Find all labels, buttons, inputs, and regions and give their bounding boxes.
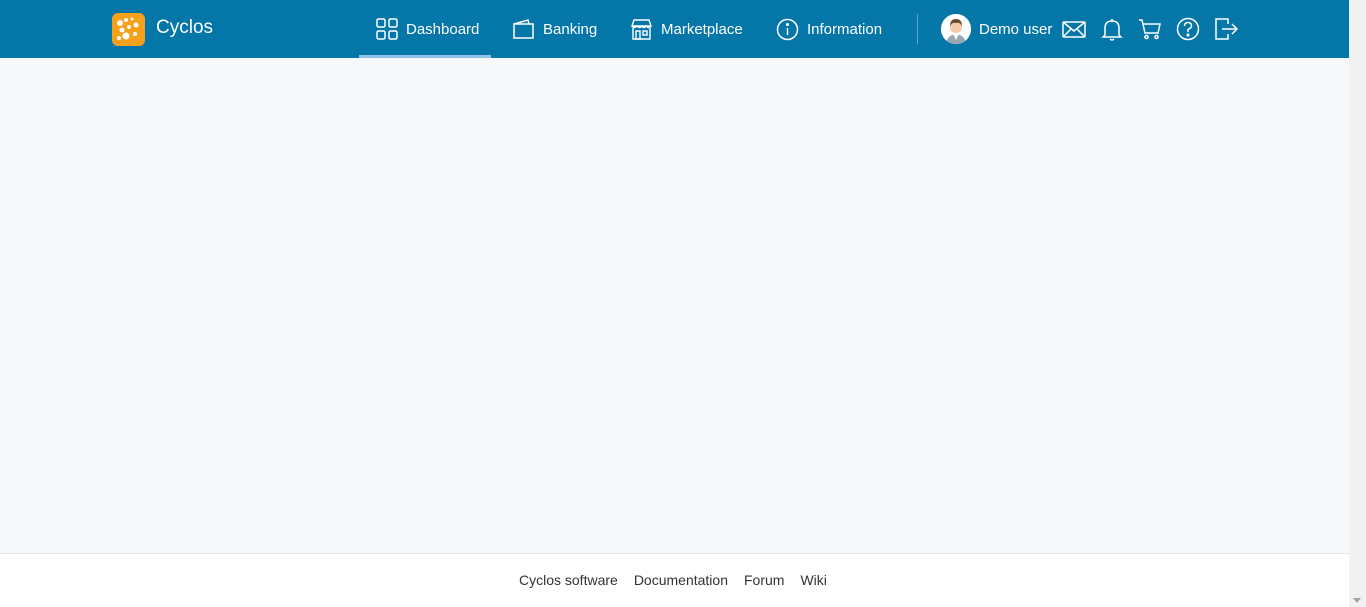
nav-marketplace-label: Marketplace <box>661 20 743 38</box>
footer-links: Cyclos software Documentation Forum Wiki <box>519 572 827 588</box>
user-avatar-icon <box>941 14 971 44</box>
top-navigation-bar: Cyclos Dashboard Banking Marketplace Inf… <box>0 0 1349 58</box>
footer-link-documentation[interactable]: Documentation <box>634 572 728 588</box>
footer-link-cyclos-software[interactable]: Cyclos software <box>519 572 618 588</box>
dashboard-grid-icon <box>376 18 398 40</box>
help-icon[interactable] <box>1175 16 1201 42</box>
bell-icon[interactable] <box>1099 16 1125 42</box>
wallet-icon <box>513 19 534 39</box>
nav-information-label: Information <box>807 20 883 38</box>
footer-link-wiki[interactable]: Wiki <box>800 572 826 588</box>
cart-icon[interactable] <box>1137 16 1163 42</box>
nav-information[interactable]: Information <box>776 0 882 58</box>
vertical-scrollbar[interactable] <box>1349 0 1366 607</box>
info-icon <box>776 18 799 40</box>
footer-link-forum[interactable]: Forum <box>744 572 784 588</box>
nav-dashboard[interactable]: Dashboard <box>359 0 491 58</box>
nav-marketplace[interactable]: Marketplace <box>630 0 743 58</box>
user-name: Demo user <box>979 20 1053 38</box>
store-icon <box>631 18 652 40</box>
mail-icon[interactable] <box>1061 16 1087 42</box>
cyclos-logo-icon[interactable] <box>112 13 145 46</box>
brand-name[interactable]: Cyclos <box>156 17 213 39</box>
avatar <box>941 14 971 44</box>
nav-dashboard-label: Dashboard <box>406 20 480 38</box>
nav-banking[interactable]: Banking <box>512 0 597 58</box>
footer: Cyclos software Documentation Forum Wiki <box>0 553 1349 607</box>
user-menu[interactable]: Demo user <box>941 14 1052 44</box>
nav-divider <box>917 14 918 44</box>
scroll-down-arrow-icon[interactable] <box>1353 598 1361 603</box>
main-content-area <box>0 58 1349 553</box>
logout-icon[interactable] <box>1213 16 1239 42</box>
nav-banking-label: Banking <box>543 20 598 38</box>
